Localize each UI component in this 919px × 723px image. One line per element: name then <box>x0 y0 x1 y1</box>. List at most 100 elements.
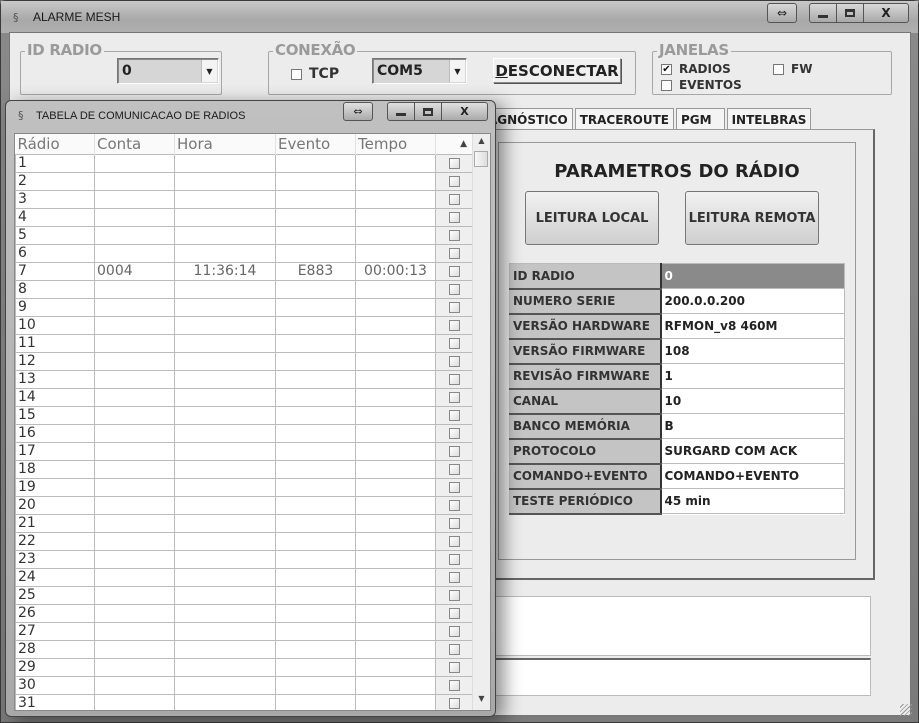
close-button[interactable]: X <box>441 102 488 121</box>
table-row[interactable]: 20 <box>15 495 474 515</box>
row-checkbox[interactable] <box>435 189 474 209</box>
row-checkbox[interactable] <box>435 351 474 371</box>
table-row[interactable]: 23 <box>15 549 474 569</box>
row-checkbox[interactable] <box>435 621 474 641</box>
chevron-down-icon[interactable]: ▼ <box>201 60 217 82</box>
radios-checkbox[interactable]: ✔ RADIOS <box>661 62 731 76</box>
table-row[interactable]: 26 <box>15 603 474 623</box>
param-value[interactable]: B <box>660 413 845 439</box>
table-row[interactable]: 27 <box>15 621 474 641</box>
row-checkbox[interactable] <box>435 567 474 587</box>
table-row[interactable]: 16 <box>15 423 474 443</box>
col-conta[interactable]: Conta <box>94 134 175 154</box>
col-tempo[interactable]: Tempo <box>355 134 436 154</box>
row-checkbox[interactable] <box>435 333 474 353</box>
row-checkbox[interactable] <box>435 225 474 245</box>
param-value[interactable]: RFMON_v8 460M <box>660 313 845 339</box>
row-checkbox[interactable] <box>435 477 474 497</box>
title-bar[interactable]: § ALARME MESH ⇔ X <box>1 1 918 33</box>
table-row[interactable]: 9 <box>15 297 474 317</box>
table-row[interactable]: 2 <box>15 171 474 191</box>
row-checkbox[interactable] <box>435 207 474 227</box>
row-checkbox[interactable] <box>435 693 474 710</box>
row-checkbox[interactable] <box>435 315 474 335</box>
maximize-button[interactable] <box>836 3 864 23</box>
table-row[interactable]: 1 <box>15 153 474 173</box>
table-row[interactable]: 30 <box>15 675 474 695</box>
table-row[interactable]: 17 <box>15 441 474 461</box>
table-row[interactable]: 3 <box>15 189 474 209</box>
row-checkbox[interactable] <box>435 279 474 299</box>
row-checkbox[interactable] <box>435 639 474 659</box>
sort-up-icon[interactable]: ▲ <box>435 134 474 154</box>
close-button[interactable]: X <box>863 3 909 23</box>
row-checkbox[interactable] <box>435 441 474 461</box>
disconnect-button[interactable]: D ESCONECTAR <box>493 58 621 83</box>
table-row[interactable]: 8 <box>15 279 474 299</box>
col-radio[interactable]: Rádio <box>15 134 95 154</box>
tab-pgm[interactable]: PGM <box>675 108 725 130</box>
param-value[interactable]: 1 <box>660 363 845 389</box>
row-checkbox[interactable] <box>435 153 474 173</box>
table-row[interactable]: 6 <box>15 243 474 263</box>
table-row[interactable]: 15 <box>15 405 474 425</box>
scroll-thumb[interactable] <box>474 151 488 167</box>
row-checkbox[interactable] <box>435 495 474 515</box>
radio-grid[interactable]: Rádio Conta Hora Evento Tempo ▲ 1 2 3 4 … <box>14 133 491 711</box>
col-evento[interactable]: Evento <box>275 134 356 154</box>
param-value[interactable]: 45 min <box>660 488 845 514</box>
table-row[interactable]: 29 <box>15 657 474 677</box>
scroll-up-icon[interactable]: ▲ <box>473 136 490 150</box>
table-row[interactable]: 10 <box>15 315 474 335</box>
row-checkbox[interactable] <box>435 531 474 551</box>
row-checkbox[interactable] <box>435 243 474 263</box>
param-value[interactable]: COMANDO+EVENTO <box>660 463 845 489</box>
param-value[interactable]: 0 <box>660 263 845 289</box>
resize-grip[interactable] <box>900 704 912 716</box>
row-checkbox[interactable] <box>435 261 474 281</box>
table-row[interactable]: 21 <box>15 513 474 533</box>
row-checkbox[interactable] <box>435 585 474 605</box>
read-local-button[interactable]: LEITURA LOCAL <box>525 191 659 245</box>
table-row[interactable]: 12 <box>15 351 474 371</box>
scroll-down-icon[interactable]: ▼ <box>473 694 490 708</box>
eventos-checkbox[interactable]: EVENTOS <box>661 78 742 92</box>
row-checkbox[interactable] <box>435 423 474 443</box>
table-row[interactable]: 18 <box>15 459 474 479</box>
output-box-1[interactable] <box>495 596 871 656</box>
vertical-scrollbar[interactable]: ▲ ▼ <box>472 134 490 710</box>
table-row[interactable]: 31 <box>15 693 474 710</box>
row-checkbox[interactable] <box>435 297 474 317</box>
resize-button[interactable]: ⇔ <box>343 102 373 121</box>
read-remote-button[interactable]: LEITURA REMOTA <box>685 191 819 245</box>
tab-traceroute[interactable]: TRACEROUTE <box>574 108 674 130</box>
port-combo[interactable]: COM5 ▼ <box>372 58 467 84</box>
table-row[interactable]: 19 <box>15 477 474 497</box>
row-checkbox[interactable] <box>435 603 474 623</box>
row-checkbox[interactable] <box>435 387 474 407</box>
row-checkbox[interactable] <box>435 675 474 695</box>
table-row[interactable]: 28 <box>15 639 474 659</box>
minimize-button[interactable] <box>809 3 837 23</box>
param-value[interactable]: 200.0.0.200 <box>660 288 845 314</box>
row-checkbox[interactable] <box>435 459 474 479</box>
table-row[interactable]: 13 <box>15 369 474 389</box>
row-checkbox[interactable] <box>435 369 474 389</box>
row-checkbox[interactable] <box>435 405 474 425</box>
row-checkbox[interactable] <box>435 171 474 191</box>
table-row[interactable]: 14 <box>15 387 474 407</box>
fw-checkbox[interactable]: FW <box>773 62 812 76</box>
table-row[interactable]: 7 0004 11:36:14 E883 00:00:13 <box>15 261 474 281</box>
resize-button[interactable]: ⇔ <box>767 3 797 23</box>
tab-intelbras[interactable]: INTELBRAS <box>726 108 812 130</box>
table-row[interactable]: 25 <box>15 585 474 605</box>
param-value[interactable]: 10 <box>660 388 845 414</box>
minimize-button[interactable] <box>387 102 415 121</box>
row-checkbox[interactable] <box>435 513 474 533</box>
chevron-down-icon[interactable]: ▼ <box>449 60 465 82</box>
param-value[interactable]: 108 <box>660 338 845 364</box>
row-checkbox[interactable] <box>435 657 474 677</box>
param-value[interactable]: SURGARD COM ACK <box>660 438 845 464</box>
table-row[interactable]: 24 <box>15 567 474 587</box>
maximize-button[interactable] <box>414 102 442 121</box>
